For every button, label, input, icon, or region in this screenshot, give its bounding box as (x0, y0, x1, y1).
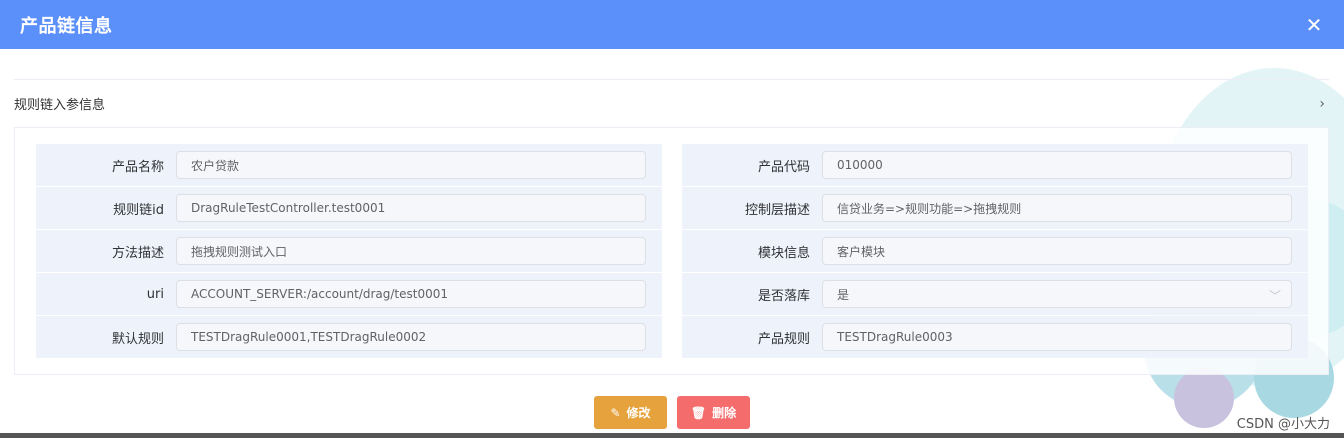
field-label: 是否落库 (757, 288, 810, 304)
dialog-footer: ✎ 修改 🗑 删除 (0, 396, 1344, 430)
section-title: 规则链入参信息 (14, 98, 106, 113)
product-code-field[interactable]: 010000 (822, 151, 1292, 179)
chevron-right-icon[interactable]: › (1319, 96, 1325, 112)
form-cell: 控制层描述 信贷业务=>规则功能=>拖拽规则 (682, 187, 1308, 229)
form-row: uri ACCOUNT_SERVER:/account/drag/test000… (36, 273, 1309, 315)
field-label: 产品代码 (757, 159, 810, 175)
section-header[interactable]: 规则链入参信息 › (14, 80, 1329, 128)
persist-select[interactable]: 是 ﹀ (822, 280, 1292, 308)
field-value: 拖拽规则测试入口 (191, 244, 288, 259)
watermark: CSDN @小大力 (1236, 417, 1330, 432)
form-cell: 模块信息 客户模块 (682, 230, 1308, 272)
form-cell: 默认规则 TESTDragRule0001,TESTDragRule0002 (36, 316, 662, 358)
field-label: uri (146, 286, 164, 302)
module-info-field[interactable]: 客户模块 (822, 237, 1292, 265)
field-label: 产品规则 (757, 331, 810, 347)
form-cell: 规则链id DragRuleTestController.test0001 (36, 187, 662, 229)
bottom-strip (0, 433, 1344, 438)
field-label: 产品名称 (111, 159, 164, 175)
form-cell: 产品名称 农户贷款 (36, 144, 662, 186)
field-value: 是 (837, 287, 850, 302)
form-row: 方法描述 拖拽规则测试入口 模块信息 客户模块 (36, 230, 1309, 272)
form-row: 产品名称 农户贷款 产品代码 010000 (36, 144, 1309, 186)
delete-button-label: 删除 (712, 406, 737, 420)
product-name-field[interactable]: 农户贷款 (176, 151, 646, 179)
default-rules-field[interactable]: TESTDragRule0001,TESTDragRule0002 (176, 323, 646, 351)
rule-chain-params-section: 规则链入参信息 › 产品名称 农户贷款 产品代码 010000 规则链id Dr… (14, 79, 1329, 375)
field-value: ACCOUNT_SERVER:/account/drag/test0001 (191, 287, 449, 301)
edit-button-label: 修改 (626, 406, 651, 420)
rule-chain-id-field[interactable]: DragRuleTestController.test0001 (176, 194, 646, 222)
field-value: 客户模块 (837, 244, 886, 259)
field-label: 默认规则 (111, 331, 164, 347)
form-grid: 产品名称 农户贷款 产品代码 010000 规则链id DragRuleTest… (36, 144, 1309, 359)
close-icon[interactable]: ✕ (1304, 15, 1324, 35)
dialog-title: 产品链信息 (20, 15, 113, 37)
field-value: 信贷业务=>规则功能=>拖拽规则 (837, 201, 1022, 216)
edit-button[interactable]: ✎ 修改 (594, 396, 667, 429)
field-value: TESTDragRule0003 (837, 330, 953, 344)
form-cell: uri ACCOUNT_SERVER:/account/drag/test000… (36, 273, 662, 315)
method-desc-field[interactable]: 拖拽规则测试入口 (176, 237, 646, 265)
field-label: 模块信息 (757, 245, 810, 261)
section-body: 产品名称 农户贷款 产品代码 010000 规则链id DragRuleTest… (14, 128, 1329, 375)
field-label: 控制层描述 (744, 202, 810, 218)
field-value: 农户贷款 (191, 158, 240, 173)
field-value: TESTDragRule0001,TESTDragRule0002 (191, 330, 427, 344)
product-rules-field[interactable]: TESTDragRule0003 (822, 323, 1292, 351)
field-label: 方法描述 (111, 245, 164, 261)
form-cell: 产品代码 010000 (682, 144, 1308, 186)
uri-field[interactable]: ACCOUNT_SERVER:/account/drag/test0001 (176, 280, 646, 308)
form-cell: 方法描述 拖拽规则测试入口 (36, 230, 662, 272)
delete-button[interactable]: 🗑 删除 (677, 396, 750, 429)
form-cell: 产品规则 TESTDragRule0003 (682, 316, 1308, 358)
form-row: 默认规则 TESTDragRule0001,TESTDragRule0002 产… (36, 316, 1309, 358)
field-value: 010000 (837, 158, 883, 172)
form-row: 规则链id DragRuleTestController.test0001 控制… (36, 187, 1309, 229)
dialog-titlebar: 产品链信息 ✕ (0, 0, 1344, 49)
field-label: 规则链id (113, 202, 164, 218)
controller-desc-field[interactable]: 信贷业务=>规则功能=>拖拽规则 (822, 194, 1292, 222)
pencil-icon: ✎ (610, 405, 621, 420)
form-cell: 是否落库 是 ﹀ (682, 273, 1308, 315)
chevron-down-icon: ﹀ (1268, 289, 1281, 303)
trash-icon: 🗑 (690, 405, 707, 420)
field-value: DragRuleTestController.test0001 (191, 201, 386, 215)
